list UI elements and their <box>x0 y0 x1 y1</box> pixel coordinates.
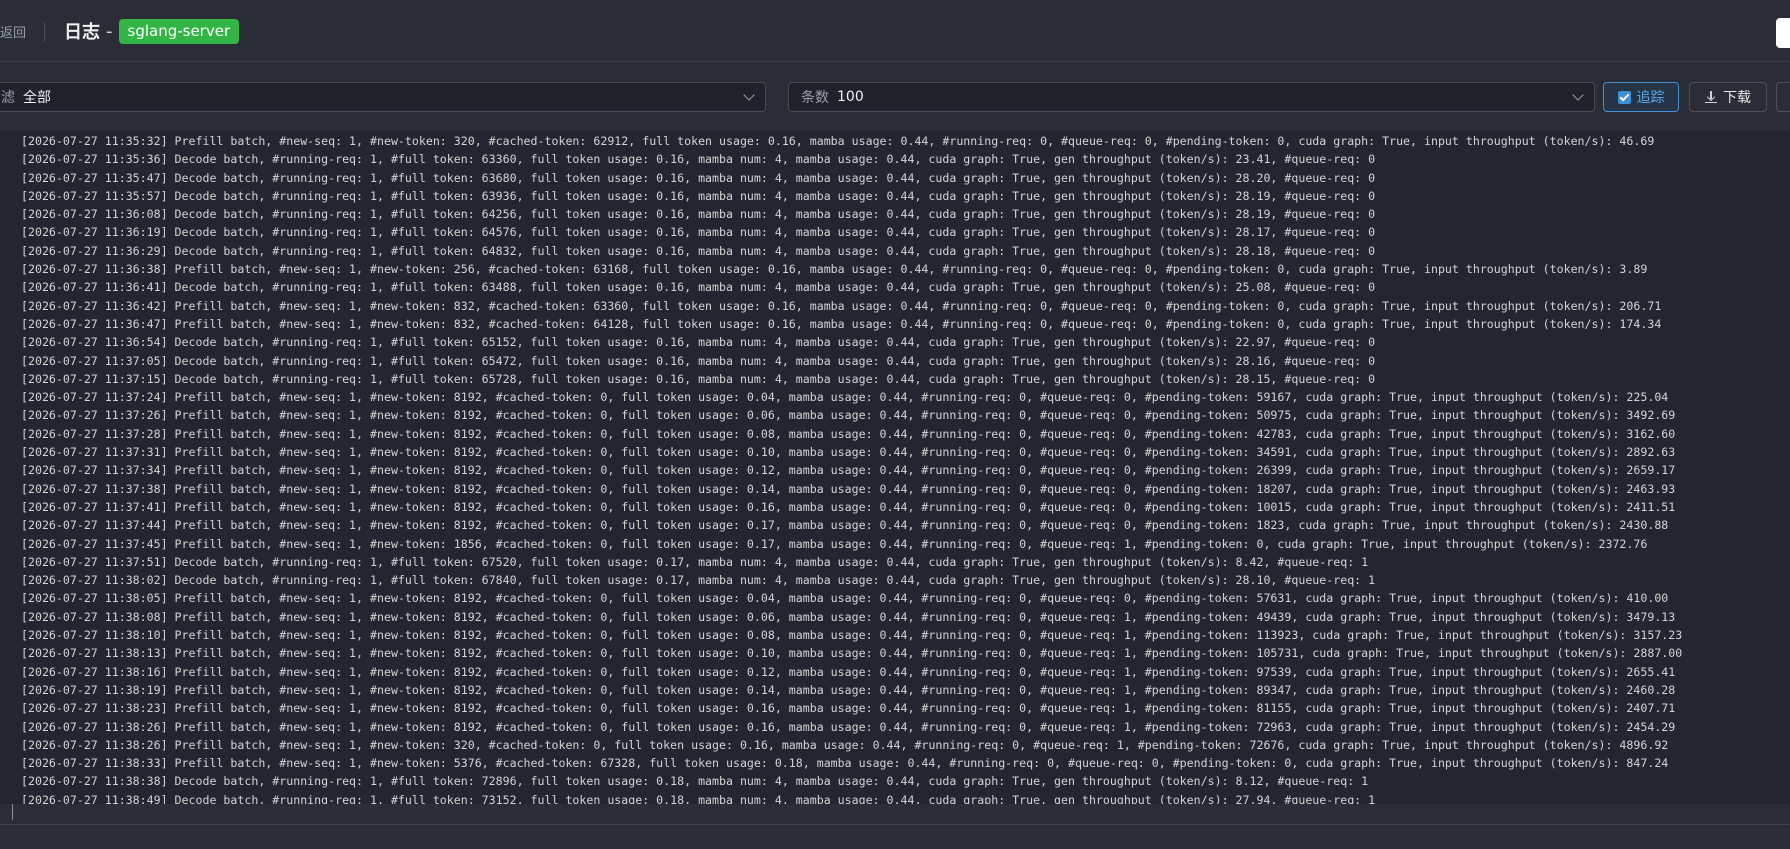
log-input-row[interactable] <box>0 804 1790 820</box>
filter-value: 全部 <box>23 90 51 106</box>
header-divider <box>44 22 45 42</box>
log-line: [2026-07-27 11:38:38] Decode batch, #run… <box>21 774 1369 789</box>
follow-toggle-button[interactable]: 追踪 <box>1603 82 1679 112</box>
log-line: [2026-07-27 11:37:28] Prefill batch, #ne… <box>21 426 1676 441</box>
text-cursor <box>12 804 13 820</box>
log-toolbar: 滤 全部 条数 100 追踪 下载 <box>0 62 1790 120</box>
log-line: [2026-07-27 11:35:57] Decode batch, #run… <box>21 188 1376 203</box>
page-title: 日志 - sglang-server <box>64 18 240 44</box>
log-line: [2026-07-27 11:37:05] Decode batch, #run… <box>21 353 1376 368</box>
log-line: [2026-07-27 11:37:31] Prefill batch, #ne… <box>21 445 1676 460</box>
log-line: [2026-07-27 11:37:41] Prefill batch, #ne… <box>21 499 1676 514</box>
log-line: [2026-07-27 11:38:16] Prefill batch, #ne… <box>21 664 1676 679</box>
log-line: [2026-07-27 11:36:38] Prefill batch, #ne… <box>21 262 1648 277</box>
log-line: [2026-07-27 11:37:26] Prefill batch, #ne… <box>21 408 1676 423</box>
log-line: [2026-07-27 11:38:19] Prefill batch, #ne… <box>21 682 1676 697</box>
chevron-down-icon <box>743 89 755 101</box>
log-line: [2026-07-27 11:36:54] Decode batch, #run… <box>21 335 1376 350</box>
log-line: [2026-07-27 11:38:33] Prefill batch, #ne… <box>21 756 1669 771</box>
page-header: 返回 日志 - sglang-server <box>0 0 1790 62</box>
log-line: [2026-07-27 11:36:41] Decode batch, #run… <box>21 280 1376 295</box>
follow-label: 追踪 <box>1636 90 1665 106</box>
more-button[interactable] <box>1776 82 1790 112</box>
chevron-down-icon <box>1572 89 1584 101</box>
log-line: [2026-07-27 11:37:38] Prefill batch, #ne… <box>21 481 1676 496</box>
log-line: [2026-07-27 11:38:10] Prefill batch, #ne… <box>21 628 1683 643</box>
download-icon <box>1705 91 1717 103</box>
checkbox-checked-icon <box>1617 90 1631 104</box>
log-line: [2026-07-27 11:38:05] Prefill batch, #ne… <box>21 591 1669 606</box>
page-footer <box>0 824 1790 849</box>
log-line: [2026-07-27 11:37:45] Prefill batch, #ne… <box>21 536 1648 551</box>
download-button[interactable]: 下载 <box>1689 82 1767 112</box>
log-line: [2026-07-27 11:37:15] Decode batch, #run… <box>21 371 1376 386</box>
log-line: [2026-07-27 11:35:36] Decode batch, #run… <box>21 152 1376 167</box>
log-line: [2026-07-27 11:37:24] Prefill batch, #ne… <box>21 390 1669 405</box>
log-viewer[interactable]: [2026-07-27 11:35:32] Prefill batch, #ne… <box>0 130 1790 820</box>
back-button[interactable]: 返回 <box>0 22 26 41</box>
log-line: [2026-07-27 11:38:08] Prefill batch, #ne… <box>21 609 1676 624</box>
header-edge-button[interactable] <box>1776 18 1790 48</box>
count-value: 100 <box>837 89 864 105</box>
log-line: [2026-07-27 11:38:26] Prefill batch, #ne… <box>21 719 1676 734</box>
log-line: [2026-07-27 11:37:34] Prefill batch, #ne… <box>21 463 1676 478</box>
filter-select[interactable]: 滤 全部 <box>0 82 766 112</box>
log-line: [2026-07-27 11:36:29] Decode batch, #run… <box>21 243 1376 258</box>
log-lines: [2026-07-27 11:35:32] Prefill batch, #ne… <box>0 130 1790 809</box>
log-line: [2026-07-27 11:38:26] Prefill batch, #ne… <box>21 737 1669 752</box>
filter-label: 滤 <box>1 90 15 106</box>
log-line: [2026-07-27 11:36:08] Decode batch, #run… <box>21 207 1376 222</box>
log-line: [2026-07-27 11:35:47] Decode batch, #run… <box>21 170 1376 185</box>
log-line: [2026-07-27 11:38:02] Decode batch, #run… <box>21 573 1376 588</box>
count-select[interactable]: 条数 100 <box>788 82 1595 112</box>
download-label: 下载 <box>1723 90 1751 106</box>
log-line: [2026-07-27 11:37:51] Decode batch, #run… <box>21 554 1369 569</box>
count-label: 条数 <box>801 90 829 106</box>
server-name-badge: sglang-server <box>118 18 240 44</box>
title-separator: - <box>106 20 113 42</box>
page-title-text: 日志 <box>64 22 100 43</box>
log-line: [2026-07-27 11:36:19] Decode batch, #run… <box>21 225 1376 240</box>
log-line: [2026-07-27 11:36:42] Prefill batch, #ne… <box>21 298 1662 313</box>
log-line: [2026-07-27 11:38:23] Prefill batch, #ne… <box>21 701 1676 716</box>
log-line: [2026-07-27 11:36:47] Prefill batch, #ne… <box>21 316 1662 331</box>
log-line: [2026-07-27 11:37:44] Prefill batch, #ne… <box>21 518 1669 533</box>
log-line: [2026-07-27 11:35:32] Prefill batch, #ne… <box>21 134 1655 148</box>
log-line: [2026-07-27 11:38:13] Prefill batch, #ne… <box>21 646 1683 661</box>
